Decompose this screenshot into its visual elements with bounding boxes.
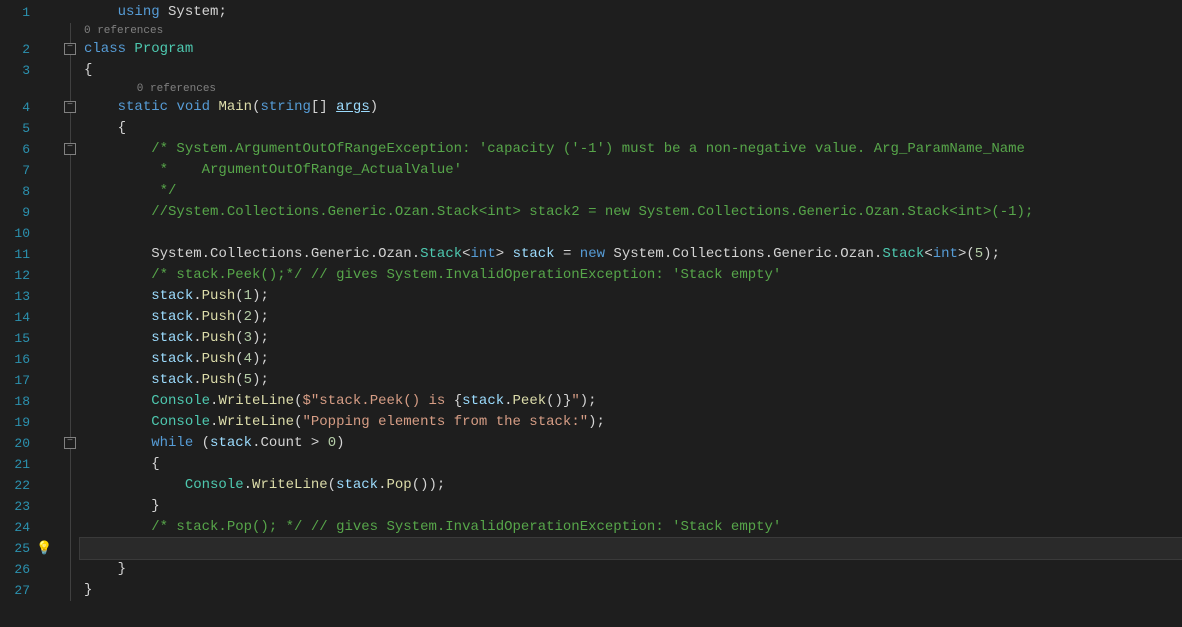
line-number: 26	[0, 562, 36, 577]
code-line[interactable]: static void Main(string[] args)	[80, 97, 1182, 118]
line-number: 27	[0, 583, 36, 598]
code-line[interactable]: class Program	[80, 39, 1182, 60]
code-line[interactable]: while (stack.Count > 0)	[80, 433, 1182, 454]
code-editor[interactable]: 1234567891011121314151617181920212223242…	[0, 0, 1182, 627]
line-number: 12	[0, 268, 36, 283]
line-number: 23	[0, 499, 36, 514]
code-line[interactable]: {	[80, 454, 1182, 475]
code-line[interactable]	[80, 223, 1182, 244]
line-number: 7	[0, 163, 36, 178]
code-line[interactable]: Console.WriteLine("Popping elements from…	[80, 412, 1182, 433]
line-number: 11	[0, 247, 36, 262]
code-line[interactable]	[80, 538, 1182, 559]
fold-toggle[interactable]: −	[64, 101, 76, 113]
line-number: 2	[0, 42, 36, 57]
line-number: 22	[0, 478, 36, 493]
fold-column: − − − −	[60, 0, 80, 627]
code-line[interactable]: }	[80, 496, 1182, 517]
fold-toggle[interactable]: −	[64, 43, 76, 55]
line-number: 6	[0, 142, 36, 157]
code-line[interactable]: /* stack.Peek();*/ // gives System.Inval…	[80, 265, 1182, 286]
line-number: 25	[0, 541, 36, 556]
code-line[interactable]: {	[80, 60, 1182, 81]
code-line[interactable]: /* stack.Pop(); */ // gives System.Inval…	[80, 517, 1182, 538]
line-number-gutter: 1234567891011121314151617181920212223242…	[0, 0, 60, 627]
codelens-references[interactable]: 0 references	[80, 23, 1182, 39]
lightbulb-icon[interactable]: 💡	[36, 541, 52, 556]
line-number: 10	[0, 226, 36, 241]
line-number: 9	[0, 205, 36, 220]
line-number: 1	[0, 5, 36, 20]
code-line[interactable]: Console.WriteLine($"stack.Peek() is {sta…	[80, 391, 1182, 412]
line-number: 19	[0, 415, 36, 430]
line-number: 13	[0, 289, 36, 304]
line-number: 21	[0, 457, 36, 472]
code-area[interactable]: using System;0 referencesclass Program{ …	[80, 0, 1182, 627]
line-number: 8	[0, 184, 36, 199]
line-number: 5	[0, 121, 36, 136]
line-number: 18	[0, 394, 36, 409]
code-line[interactable]: /* System.ArgumentOutOfRangeException: '…	[80, 139, 1182, 160]
code-line[interactable]: }	[80, 559, 1182, 580]
line-number: 14	[0, 310, 36, 325]
code-line[interactable]: stack.Push(5);	[80, 370, 1182, 391]
code-line[interactable]: Console.WriteLine(stack.Pop());	[80, 475, 1182, 496]
code-line[interactable]: using System;	[80, 2, 1182, 23]
code-line[interactable]: System.Collections.Generic.Ozan.Stack<in…	[80, 244, 1182, 265]
fold-toggle[interactable]: −	[64, 143, 76, 155]
code-line[interactable]: stack.Push(3);	[80, 328, 1182, 349]
line-number: 16	[0, 352, 36, 367]
code-line[interactable]: stack.Push(4);	[80, 349, 1182, 370]
code-line[interactable]: * ArgumentOutOfRange_ActualValue'	[80, 160, 1182, 181]
line-number: 15	[0, 331, 36, 346]
code-line[interactable]: {	[80, 118, 1182, 139]
line-number: 20	[0, 436, 36, 451]
line-number: 3	[0, 63, 36, 78]
line-number: 4	[0, 100, 36, 115]
fold-toggle[interactable]: −	[64, 437, 76, 449]
code-line[interactable]: stack.Push(1);	[80, 286, 1182, 307]
code-line[interactable]: //System.Collections.Generic.Ozan.Stack<…	[80, 202, 1182, 223]
line-number: 24	[0, 520, 36, 535]
code-line[interactable]: */	[80, 181, 1182, 202]
line-number: 17	[0, 373, 36, 388]
codelens-references[interactable]: 0 references	[80, 81, 1182, 97]
code-line[interactable]: }	[80, 580, 1182, 601]
code-line[interactable]: stack.Push(2);	[80, 307, 1182, 328]
